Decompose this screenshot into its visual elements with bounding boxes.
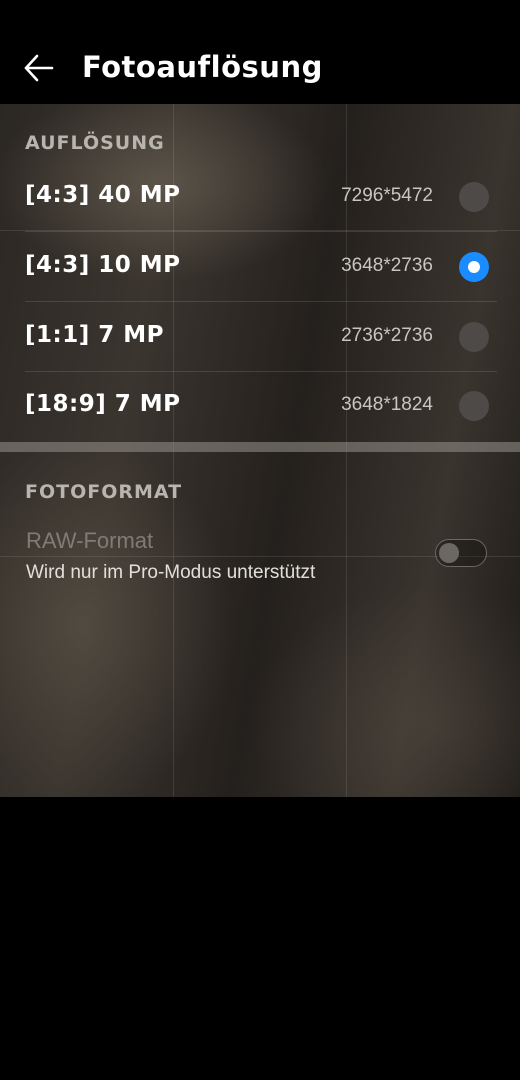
header-bar: Fotoauflösung: [0, 0, 520, 104]
toggle-knob: [439, 543, 459, 563]
back-button[interactable]: [22, 50, 58, 86]
option-resolution: 3648*1824: [341, 394, 433, 415]
section-label-format: FOTOFORMAT: [25, 481, 183, 503]
option-resolution: 2736*2736: [341, 325, 433, 346]
arrow-left-icon: [24, 54, 54, 82]
option-label: [18:9] 7 MP: [25, 391, 181, 417]
page-title: Fotoauflösung: [82, 50, 323, 84]
raw-format-title: RAW-Format: [26, 528, 154, 553]
option-label: [4:3] 10 MP: [25, 252, 181, 278]
option-label: [4:3] 40 MP: [25, 182, 181, 208]
option-resolution: 3648*2736: [341, 255, 433, 276]
radio-button[interactable]: [459, 182, 489, 212]
radio-button-selected[interactable]: [459, 252, 489, 282]
option-resolution: 7296*5472: [341, 185, 433, 206]
section-label-resolution: AUFLÖSUNG: [25, 132, 165, 154]
raw-format-subtitle: Wird nur im Pro-Modus unterstützt: [26, 562, 316, 583]
radio-button[interactable]: [459, 391, 489, 421]
settings-panel: AUFLÖSUNG [4:3] 40 MP 7296*5472 [4:3] 10…: [0, 104, 520, 797]
section-separator: [0, 442, 520, 452]
raw-format-toggle[interactable]: [435, 539, 487, 567]
resolution-option-40mp[interactable]: [4:3] 40 MP 7296*5472: [0, 162, 520, 232]
resolution-option-1-1-7mp[interactable]: [1:1] 7 MP 2736*2736: [0, 302, 520, 372]
option-label: [1:1] 7 MP: [25, 322, 164, 348]
resolution-option-18-9-7mp[interactable]: [18:9] 7 MP 3648*1824: [0, 371, 520, 441]
radio-button[interactable]: [459, 322, 489, 352]
resolution-option-10mp[interactable]: [4:3] 10 MP 3648*2736: [0, 232, 520, 302]
